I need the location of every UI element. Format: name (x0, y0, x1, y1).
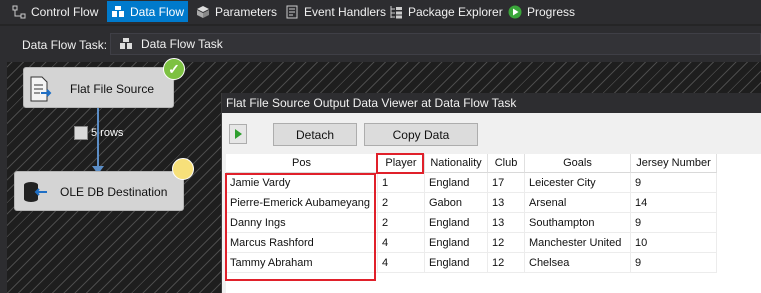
table-cell[interactable]: 4 (378, 233, 425, 253)
table-cell[interactable]: Arsenal (525, 193, 631, 213)
control-flow-icon (12, 5, 26, 18)
data-grid: Pos Player Nationality Club Goals Jersey… (225, 153, 761, 293)
pending-icon (172, 158, 194, 180)
data-flow-icon (112, 5, 124, 17)
task-selector-row: Data Flow Task: Data Flow Task (0, 26, 761, 62)
task-dropdown[interactable]: Data Flow Task (110, 33, 761, 55)
tab-label: Control Flow (31, 4, 99, 19)
table-cell[interactable]: 9 (631, 213, 717, 233)
tab-control-flow[interactable]: Control Flow (8, 1, 102, 22)
table-cell[interactable]: Gabon (425, 193, 488, 213)
column-header-goals[interactable]: Goals (525, 154, 631, 173)
column-header-nationality[interactable]: Nationality (425, 154, 488, 173)
magnifier-icon (74, 126, 88, 140)
flat-file-source-icon (30, 76, 52, 102)
task-value: Data Flow Task (141, 37, 223, 51)
data-viewer-window: Flat File Source Output Data Viewer at D… (221, 93, 761, 293)
table-cell[interactable]: Manchester United (525, 233, 631, 253)
table-cell[interactable]: 10 (631, 233, 717, 253)
table-cell[interactable]: 1 (378, 173, 425, 193)
tab-data-flow[interactable]: Data Flow (107, 1, 189, 22)
data-viewer-badge[interactable]: 5 rows (74, 126, 123, 140)
table-cell[interactable]: 13 (488, 193, 525, 213)
table-cell[interactable]: 2 (378, 213, 425, 233)
column-header-jersey-number[interactable]: Jersey Number (631, 154, 717, 173)
table-cell[interactable]: 13 (488, 213, 525, 233)
table-cell[interactable]: England (425, 233, 488, 253)
table-cell[interactable]: England (425, 253, 488, 273)
table-cell[interactable]: 14 (631, 193, 717, 213)
table-cell[interactable]: England (425, 173, 488, 193)
copy-data-button[interactable]: Copy Data (364, 123, 478, 146)
table-cell[interactable]: 12 (488, 253, 525, 273)
tab-progress[interactable]: Progress (504, 1, 579, 22)
column-header-pos[interactable]: Pos (226, 154, 378, 173)
progress-icon (508, 5, 522, 18)
ole-db-destination-icon (24, 182, 47, 202)
parameters-icon (197, 5, 209, 18)
tab-label: Event Handlers (304, 4, 387, 19)
table-cell[interactable]: 4 (378, 253, 425, 273)
table-cell[interactable]: Southampton (525, 213, 631, 233)
ole-db-destination-component[interactable]: OLE DB Destination (14, 171, 184, 211)
tab-label: Progress (527, 4, 576, 19)
row-count: 5 rows (91, 127, 124, 139)
package-explorer-icon (390, 5, 402, 18)
designer-tab-bar: Control Flow Data Flow Parameters Event … (0, 0, 761, 24)
table-cell[interactable]: 2 (378, 193, 425, 213)
column-header-club[interactable]: Club (488, 154, 525, 173)
highlight-box-names (225, 173, 376, 281)
tab-label: Parameters (215, 4, 278, 19)
play-button[interactable] (229, 124, 247, 144)
task-label: Data Flow Task: (22, 38, 108, 52)
tab-label: Package Explorer (408, 4, 503, 19)
highlight-box-player-header (376, 153, 424, 174)
table-cell[interactable]: 9 (631, 253, 717, 273)
table-cell[interactable]: 9 (631, 173, 717, 193)
component-label: Flat File Source (70, 82, 155, 96)
component-label: OLE DB Destination (60, 185, 168, 199)
detach-button[interactable]: Detach (273, 123, 357, 146)
tab-label: Data Flow (130, 4, 185, 19)
tab-event-handlers[interactable]: Event Handlers (281, 1, 390, 22)
data-viewer-title: Flat File Source Output Data Viewer at D… (222, 93, 761, 113)
table-cell[interactable]: Leicester City (525, 173, 631, 193)
event-handlers-icon (286, 5, 298, 18)
canvas-edge (0, 62, 7, 293)
table-cell[interactable]: 12 (488, 233, 525, 253)
data-flow-task-icon (120, 38, 132, 49)
table-cell[interactable]: England (425, 213, 488, 233)
table-cell[interactable]: 17 (488, 173, 525, 193)
table-cell[interactable]: Chelsea (525, 253, 631, 273)
tab-parameters[interactable]: Parameters (192, 1, 281, 22)
success-icon: ✓ (163, 58, 185, 80)
flat-file-source-component[interactable]: Flat File Source (23, 67, 174, 108)
tab-package-explorer[interactable]: Package Explorer (385, 1, 507, 22)
